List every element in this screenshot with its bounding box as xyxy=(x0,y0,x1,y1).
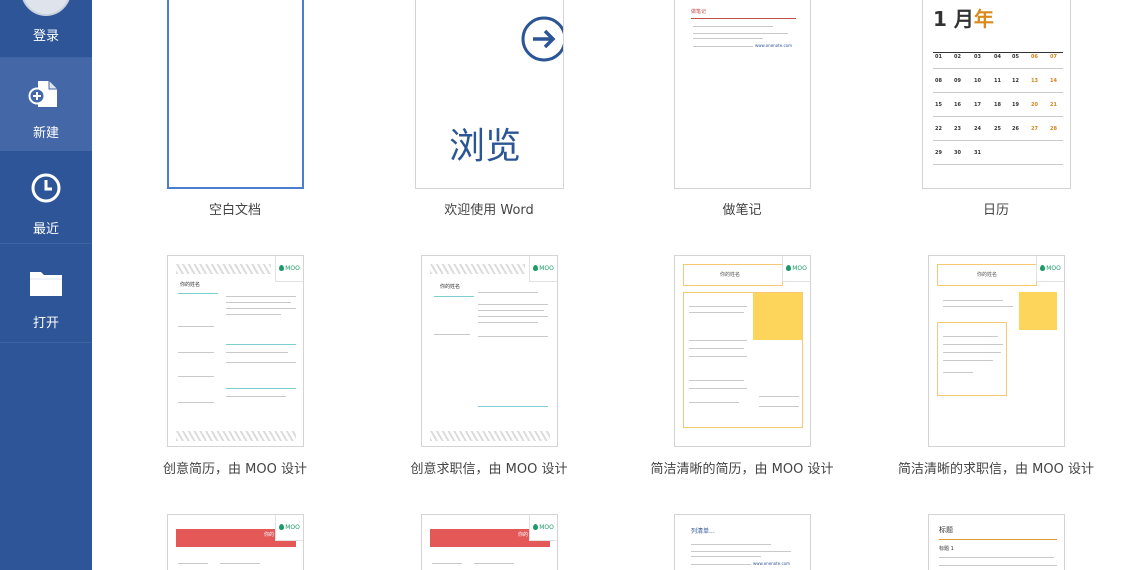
heading-preview-title: 标题 xyxy=(939,526,953,534)
sidebar-item-open[interactable]: 打开 xyxy=(0,244,92,342)
calendar-day: 21 xyxy=(1050,102,1057,108)
sidebar-item-label: 登录 xyxy=(32,29,59,44)
template-welcome-word[interactable]: 浏览 xyxy=(415,0,564,189)
calendar-day: 13 xyxy=(1031,78,1038,84)
red-letter-preview-name: 你的 xyxy=(518,532,529,538)
calendar-day: 23 xyxy=(954,126,961,132)
calendar-day: 08 xyxy=(935,78,942,84)
word-template-gallery-window: 登录 新建 最近 打开 空白文档 浏览 欢迎使用 Word 做笔记 www.on… xyxy=(0,0,1140,570)
user-avatar-icon xyxy=(21,0,71,16)
calendar-day: 15 xyxy=(935,102,942,108)
calendar-day: 01 xyxy=(935,54,942,60)
clean-resume-preview-name: 你的姓名 xyxy=(720,272,741,278)
calendar-day: 03 xyxy=(974,54,981,60)
calendar-day: 30 xyxy=(954,150,961,156)
calendar-day: 31 xyxy=(974,150,981,156)
calendar-day: 10 xyxy=(974,78,981,84)
template-gallery: 空白文档 浏览 欢迎使用 Word 做笔记 www.onenote.com 做笔… xyxy=(92,0,1140,570)
template-red-cover-letter[interactable]: MOO 你的 xyxy=(421,514,558,570)
sidebar-item-new[interactable]: 新建 xyxy=(0,58,92,151)
calendar-day: 04 xyxy=(994,54,1001,60)
red-resume-preview-name: 你的 xyxy=(264,532,275,538)
template-make-list[interactable]: 列清单... www.onenote.com xyxy=(674,514,811,570)
calendar-day: 29 xyxy=(935,150,942,156)
calendar-day: 26 xyxy=(1012,126,1019,132)
sidebar: 登录 新建 最近 打开 xyxy=(0,0,92,570)
calendar-day: 11 xyxy=(994,78,1001,84)
template-caption: 空白文档 xyxy=(208,203,261,218)
cover-letter-preview-name: 你的姓名 xyxy=(440,284,461,290)
template-single-spaced[interactable]: 标题 标题 1 xyxy=(928,514,1065,570)
calendar-day: 14 xyxy=(1050,78,1057,84)
welcome-preview-text: 浏览 xyxy=(449,126,522,167)
calendar-day: 22 xyxy=(935,126,942,132)
calendar-day: 05 xyxy=(1012,54,1019,60)
calendar-day: 17 xyxy=(974,102,981,108)
calendar-day: 07 xyxy=(1050,54,1057,60)
moo-logo: MOO xyxy=(275,256,303,282)
moo-logo: MOO xyxy=(1036,256,1064,282)
calendar-day: 25 xyxy=(994,126,1001,132)
template-caption: 简洁清晰的求职信，由 MOO 设计 xyxy=(898,462,1094,477)
resume-preview-name: 你的姓名 xyxy=(180,282,201,288)
notes-preview-link: www.onenote.com xyxy=(755,43,792,48)
list-preview-title: 列清单... xyxy=(691,528,715,535)
template-clean-resume[interactable]: MOO 你的姓名 xyxy=(674,255,811,447)
template-creative-cover-letter[interactable]: MOO 你的姓名 xyxy=(421,255,558,447)
arrow-right-circle-icon xyxy=(521,16,563,62)
heading-preview-heading: 标题 1 xyxy=(939,546,954,552)
template-caption: 欢迎使用 Word xyxy=(444,203,534,218)
calendar-day: 28 xyxy=(1050,126,1057,132)
template-take-notes[interactable]: 做笔记 www.onenote.com xyxy=(674,0,811,189)
calendar-day: 18 xyxy=(994,102,1001,108)
template-clean-cover-letter[interactable]: MOO 你的姓名 xyxy=(928,255,1065,447)
template-creative-resume[interactable]: MOO 你的姓名 xyxy=(167,255,304,447)
sidebar-item-label: 最近 xyxy=(32,222,59,237)
calendar-preview-title: 1 月年 xyxy=(933,7,994,31)
moo-logo: MOO xyxy=(529,515,557,541)
calendar-day: 12 xyxy=(1012,78,1019,84)
template-caption: 做笔记 xyxy=(722,203,762,218)
calendar-day: 19 xyxy=(1012,102,1019,108)
moo-logo: MOO xyxy=(529,256,557,282)
template-calendar[interactable]: 1 月年 01 02 03 04 05 06 07 08 09 10 11 12 13 14 15 16 17 1… xyxy=(922,0,1071,189)
template-caption: 简洁清晰的简历，由 MOO 设计 xyxy=(650,462,834,477)
notes-preview-title: 做笔记 xyxy=(691,9,707,15)
sidebar-item-login[interactable]: 登录 xyxy=(0,0,92,57)
calendar-day: 02 xyxy=(954,54,961,60)
sidebar-item-recent[interactable]: 最近 xyxy=(0,152,92,242)
template-red-resume[interactable]: MOO 你的 xyxy=(167,514,304,570)
moo-logo: MOO xyxy=(782,256,810,282)
calendar-day: 20 xyxy=(1031,102,1038,108)
template-blank-document[interactable] xyxy=(167,0,304,189)
folder-icon xyxy=(30,272,62,296)
sidebar-divider xyxy=(0,342,92,343)
template-caption: 日历 xyxy=(982,203,1009,218)
calendar-day: 09 xyxy=(954,78,961,84)
clean-letter-preview-name: 你的姓名 xyxy=(977,272,998,278)
sidebar-item-label: 新建 xyxy=(32,126,59,141)
sidebar-item-label: 打开 xyxy=(32,316,59,331)
template-caption: 创意简历，由 MOO 设计 xyxy=(163,462,307,477)
list-preview-link: www.onenote.com xyxy=(753,561,790,566)
calendar-day: 27 xyxy=(1031,126,1038,132)
template-caption: 创意求职信，由 MOO 设计 xyxy=(410,462,568,477)
clock-icon xyxy=(31,173,61,203)
moo-logo: MOO xyxy=(275,515,303,541)
calendar-day: 24 xyxy=(974,126,981,132)
calendar-day: 16 xyxy=(954,102,961,108)
calendar-day: 06 xyxy=(1031,54,1038,60)
new-document-icon xyxy=(28,81,57,107)
